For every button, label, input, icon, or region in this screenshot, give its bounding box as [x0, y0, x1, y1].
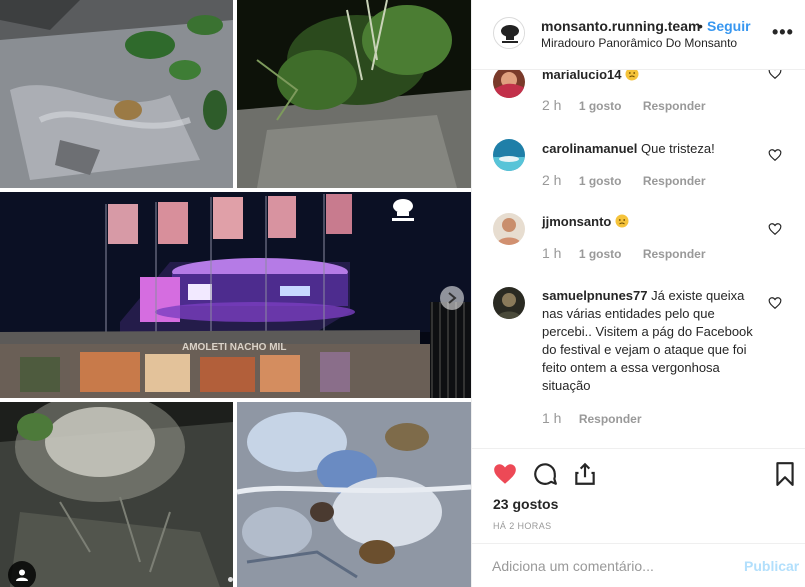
- comment-body: Que tristeza!: [641, 141, 715, 156]
- post-header: monsanto.running.team • Seguir Miradouro…: [472, 0, 805, 70]
- more-options-button[interactable]: •••: [772, 22, 794, 43]
- chevron-right-icon: [448, 292, 457, 304]
- carousel-next-button[interactable]: [440, 286, 464, 310]
- comment-meta: 2 h 1 gosto Responder: [542, 97, 706, 113]
- likes-count[interactable]: 23 gostos: [493, 496, 558, 512]
- disappointed-face-emoji-icon: [625, 70, 639, 82]
- author-avatar[interactable]: [493, 17, 525, 49]
- post-timestamp[interactable]: HÁ 2 HORAS: [493, 521, 552, 531]
- comment-meta: 1 h Responder: [542, 410, 642, 426]
- commenter-username[interactable]: marialucio14: [542, 70, 622, 82]
- header-separator: •: [698, 18, 703, 34]
- photo-night-bushes: [237, 0, 471, 188]
- commenter-avatar[interactable]: [493, 287, 525, 319]
- comment-text: samuelpnunes77 Já existe queixa nas vári…: [542, 287, 757, 395]
- reply-button[interactable]: Responder: [643, 174, 706, 188]
- heart-icon[interactable]: [768, 148, 782, 162]
- comment-likes[interactable]: 1 gosto: [579, 174, 622, 188]
- heart-icon[interactable]: [768, 296, 782, 310]
- photo-panoramic-building: AMOLETI NACHO MIL: [0, 192, 471, 398]
- heart-icon[interactable]: [768, 70, 782, 80]
- comment-likes[interactable]: 1 gosto: [579, 99, 622, 113]
- heart-icon[interactable]: [768, 222, 782, 236]
- comment-text: jjmonsanto: [542, 213, 757, 231]
- post-media-carousel[interactable]: AMOLETI NACHO MIL: [0, 0, 471, 587]
- comment-time[interactable]: 1 h: [542, 245, 561, 261]
- publish-button[interactable]: Publicar: [744, 558, 799, 574]
- reply-button[interactable]: Responder: [643, 247, 706, 261]
- comment-bubble-icon[interactable]: [532, 461, 558, 487]
- photo-ground-flashlight: [0, 402, 233, 587]
- photo-ground-leaves: [0, 0, 233, 188]
- disappointed-face-emoji-icon: [615, 214, 629, 229]
- commenter-username[interactable]: carolinamanuel: [542, 141, 637, 156]
- commenter-avatar[interactable]: [493, 70, 525, 98]
- comment-meta: 1 h 1 gosto Responder: [542, 245, 706, 261]
- commenter-username[interactable]: jjmonsanto: [542, 214, 611, 229]
- reply-button[interactable]: Responder: [643, 99, 706, 113]
- follow-button[interactable]: Seguir: [707, 18, 751, 34]
- author-username[interactable]: monsanto.running.team: [541, 18, 700, 34]
- comments-list[interactable]: marialucio14 2 h 1 gosto Responder carol…: [472, 70, 805, 448]
- commenter-avatar[interactable]: [493, 139, 525, 171]
- post-side-panel: monsanto.running.team • Seguir Miradouro…: [471, 0, 805, 587]
- comment-text: marialucio14: [542, 70, 757, 84]
- comment-input[interactable]: Adiciona um comentário...: [492, 558, 654, 574]
- comment-likes[interactable]: 1 gosto: [579, 247, 622, 261]
- comment-composer: Adiciona um comentário... Publicar: [472, 543, 805, 587]
- carousel-indicator-dot: [228, 577, 233, 582]
- comment-meta: 2 h 1 gosto Responder: [542, 172, 706, 188]
- post-location[interactable]: Miradouro Panorâmico Do Monsanto: [541, 36, 737, 50]
- reply-button[interactable]: Responder: [579, 412, 642, 426]
- wall-graffiti-text: AMOLETI NACHO MIL: [182, 342, 286, 353]
- bookmark-icon[interactable]: [772, 461, 798, 487]
- monsanto-logo-icon: [495, 19, 524, 48]
- comment-body: Já existe queixa nas várias entidades pe…: [542, 288, 753, 393]
- person-icon: [16, 569, 28, 581]
- comment-time[interactable]: 1 h: [542, 410, 561, 426]
- comment-time[interactable]: 2 h: [542, 97, 561, 113]
- photo-trash-pile: [237, 402, 471, 587]
- like-heart-icon[interactable]: [492, 461, 518, 487]
- commenter-avatar[interactable]: [493, 213, 525, 245]
- comment-text: carolinamanuel Que tristeza!: [542, 140, 757, 158]
- tagged-people-button[interactable]: [8, 561, 36, 587]
- share-icon[interactable]: [572, 461, 598, 487]
- comment-time[interactable]: 2 h: [542, 172, 561, 188]
- commenter-username[interactable]: samuelpnunes77: [542, 288, 648, 303]
- post-actions: 23 gostos HÁ 2 HORAS Adiciona um comentá…: [472, 448, 805, 587]
